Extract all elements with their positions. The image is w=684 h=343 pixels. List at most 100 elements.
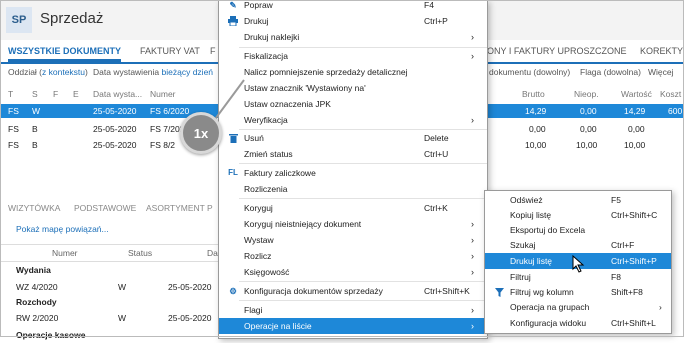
menu-item-set-jpk[interactable]: Ustaw oznaczenia JPK — [219, 96, 487, 112]
cell-brutto: 14,29 — [525, 106, 547, 116]
menu-item-shortcut: Ctrl+Shift+K — [424, 286, 470, 296]
tab-business-card[interactable]: WIZYTÓWKA — [8, 203, 60, 213]
col-header-s[interactable]: S — [32, 86, 38, 102]
date-filter[interactable]: Data wystawienia bieżący dzień — [93, 67, 213, 77]
doc-number-filter[interactable]: dokumentu (dowolny) — [489, 67, 570, 77]
cell-status: B — [32, 124, 38, 134]
menu-item-set-issued-to[interactable]: Ustaw znacznik 'Wystawiony na' — [219, 80, 487, 96]
tab-vat-invoices[interactable]: FAKTURY VAT — [140, 40, 200, 62]
col-header-date[interactable]: Da — [207, 248, 218, 258]
group-header[interactable]: Rozchody — [16, 295, 236, 310]
menu-item-label: Ustaw oznaczenia JPK — [244, 99, 331, 109]
flag-filter[interactable]: Flaga (dowolna) — [580, 67, 641, 77]
menu-item-label: Księgowość — [244, 267, 290, 277]
submenu-item-label: Kopiuj listę — [510, 210, 552, 220]
cell-unpaid: 10,00 — [576, 140, 598, 150]
menu-item-fiscalization[interactable]: Fiskalizacja › — [219, 48, 487, 64]
menu-item-label: Popraw — [244, 0, 273, 10]
menu-item-label: Drukuj naklejki — [244, 32, 300, 42]
col-header-brutto[interactable]: Brutto — [522, 86, 545, 102]
cell-brutto: 10,00 — [525, 140, 547, 150]
col-header-f[interactable]: F — [53, 86, 58, 102]
group-header[interactable]: Operacje kasowe — [16, 328, 236, 343]
chevron-right-icon: › — [471, 305, 474, 315]
menu-item-label: Nalicz pomniejszenie sprzedaży detaliczn… — [244, 67, 408, 77]
tab-all-documents[interactable]: WSZYSTKIE DOKUMENTY — [8, 40, 122, 62]
submenu-item-shortcut: Shift+F8 — [611, 287, 643, 297]
chevron-right-icon: › — [471, 267, 474, 277]
cell-type: FS — [8, 124, 19, 134]
menu-item-label: Ustaw znacznik 'Wystawiony na' — [244, 83, 366, 93]
menu-item-sales-doc-config[interactable]: ⚙ Konfiguracja dokumentów sprzedaży Ctrl… — [219, 283, 487, 299]
app-title: Sprzedaż — [40, 10, 104, 27]
cell-cost: 600 — [668, 106, 683, 116]
chevron-right-icon: › — [471, 51, 474, 61]
col-header-number[interactable]: Numer — [150, 86, 176, 102]
cell-value: 10,00 — [624, 140, 646, 150]
menu-separator — [239, 163, 487, 164]
menu-item-label: Konfiguracja dokumentów sprzedaży — [244, 286, 383, 296]
related-doc-date: 25-05-2020 — [168, 282, 212, 292]
menu-item-delete[interactable]: Usuń Delete — [219, 130, 487, 146]
menu-item-label: Wystaw — [244, 235, 274, 245]
menu-item-accounting[interactable]: Księgowość › — [219, 264, 487, 280]
col-header-value[interactable]: Wartość — [621, 86, 652, 102]
tab-p[interactable]: P — [207, 203, 213, 213]
related-doc-number: WZ 4/2020 — [16, 282, 58, 292]
menu-item-label: Rozlicz — [244, 251, 272, 261]
menu-item-settle[interactable]: Rozlicz › — [219, 248, 487, 264]
tab-corrections[interactable]: KOREKTY — [640, 40, 683, 62]
submenu-item-refresh[interactable]: Odśwież F5 — [485, 192, 671, 208]
show-relations-map-link[interactable]: Pokaż mapę powiązań... — [16, 224, 109, 234]
tab-assortment[interactable]: ASORTYMENT — [146, 203, 205, 213]
menu-item-label: Operacje na liście — [244, 321, 312, 331]
more-filters-link[interactable]: Więcej — [648, 67, 674, 77]
group-header[interactable]: Wydania — [16, 263, 236, 278]
menu-item-edit[interactable]: ✎ Popraw F4 — [219, 0, 487, 13]
col-header-e[interactable]: E — [73, 86, 79, 102]
date-filter-label: Data wystawienia — [93, 67, 160, 77]
cell-unpaid: 0,00 — [580, 106, 597, 116]
chevron-right-icon: › — [471, 115, 474, 125]
col-header-t[interactable]: T — [8, 86, 13, 102]
tab-f[interactable]: F — [210, 40, 216, 62]
col-header-unpaid[interactable]: Nieop. — [574, 86, 599, 102]
col-header-cost[interactable]: Koszt — [660, 86, 681, 102]
cell-number: FS 8/2 — [150, 140, 176, 150]
col-header-number[interactable]: Numer — [52, 248, 78, 258]
menu-item-settlements[interactable]: Rozliczenia — [219, 181, 487, 197]
submenu-item-label: Szukaj — [510, 240, 536, 250]
menu-item-verification[interactable]: Weryfikacja › — [219, 112, 487, 128]
col-header-status[interactable]: Status — [128, 248, 152, 258]
menu-item-correct[interactable]: Koryguj Ctrl+K — [219, 200, 487, 216]
col-header-date[interactable]: Data wysta... — [93, 86, 142, 102]
submenu-item-group-operation[interactable]: Operacja na grupach › — [485, 299, 671, 315]
submenu-item-label: Filtruj wg kolumn — [510, 287, 574, 297]
menu-item-print[interactable]: Drukuj Ctrl+P — [219, 13, 487, 29]
menu-item-print-labels[interactable]: Drukuj naklejki › — [219, 29, 487, 45]
branch-filter-value[interactable]: z kontekstu — [42, 67, 85, 77]
tab-simplified-invoices[interactable]: ONY I FAKTURY UPROSZCZONE — [487, 40, 627, 62]
branch-filter[interactable]: Oddział (z kontekstu) — [8, 67, 88, 77]
list-item[interactable]: WZ 4/2020 W 25-05-2020 — [0, 280, 220, 295]
cell-date: 25-05-2020 — [93, 106, 137, 116]
submenu-item-export-excel[interactable]: Eksportuj do Excela — [485, 222, 671, 238]
menu-item-issue[interactable]: Wystaw › — [219, 232, 487, 248]
menu-item-correct-nonexistent[interactable]: Koryguj nieistniejący dokument › — [219, 216, 487, 232]
cell-type: FS — [8, 106, 19, 116]
cell-type: FS — [8, 140, 19, 150]
submenu-item-copy-list[interactable]: Kopiuj listę Ctrl+Shift+C — [485, 207, 671, 223]
menu-item-advance-invoices[interactable]: FL Faktury zaliczkowe — [219, 165, 487, 181]
menu-item-change-status[interactable]: Zmień status Ctrl+U — [219, 146, 487, 162]
menu-item-retail-reduction[interactable]: Nalicz pomniejszenie sprzedaży detaliczn… — [219, 64, 487, 80]
menu-item-flags[interactable]: Flagi › — [219, 302, 487, 318]
submenu-item-filter-by-columns[interactable]: Filtruj wg kolumn Shift+F8 — [485, 284, 671, 300]
tab-basic[interactable]: PODSTAWOWE — [74, 203, 136, 213]
chevron-right-icon: › — [471, 321, 474, 331]
submenu-item-label: Filtruj — [510, 272, 531, 282]
submenu-item-view-config[interactable]: Konfiguracja widoku Ctrl+Shift+L — [485, 315, 671, 331]
list-item[interactable]: RW 2/2020 W 25-05-2020 — [0, 311, 220, 326]
menu-item-shortcut: Delete — [424, 133, 449, 143]
submenu-item-search[interactable]: Szukaj Ctrl+F — [485, 237, 671, 253]
menu-item-list-operations[interactable]: Operacje na liście › — [219, 318, 487, 334]
